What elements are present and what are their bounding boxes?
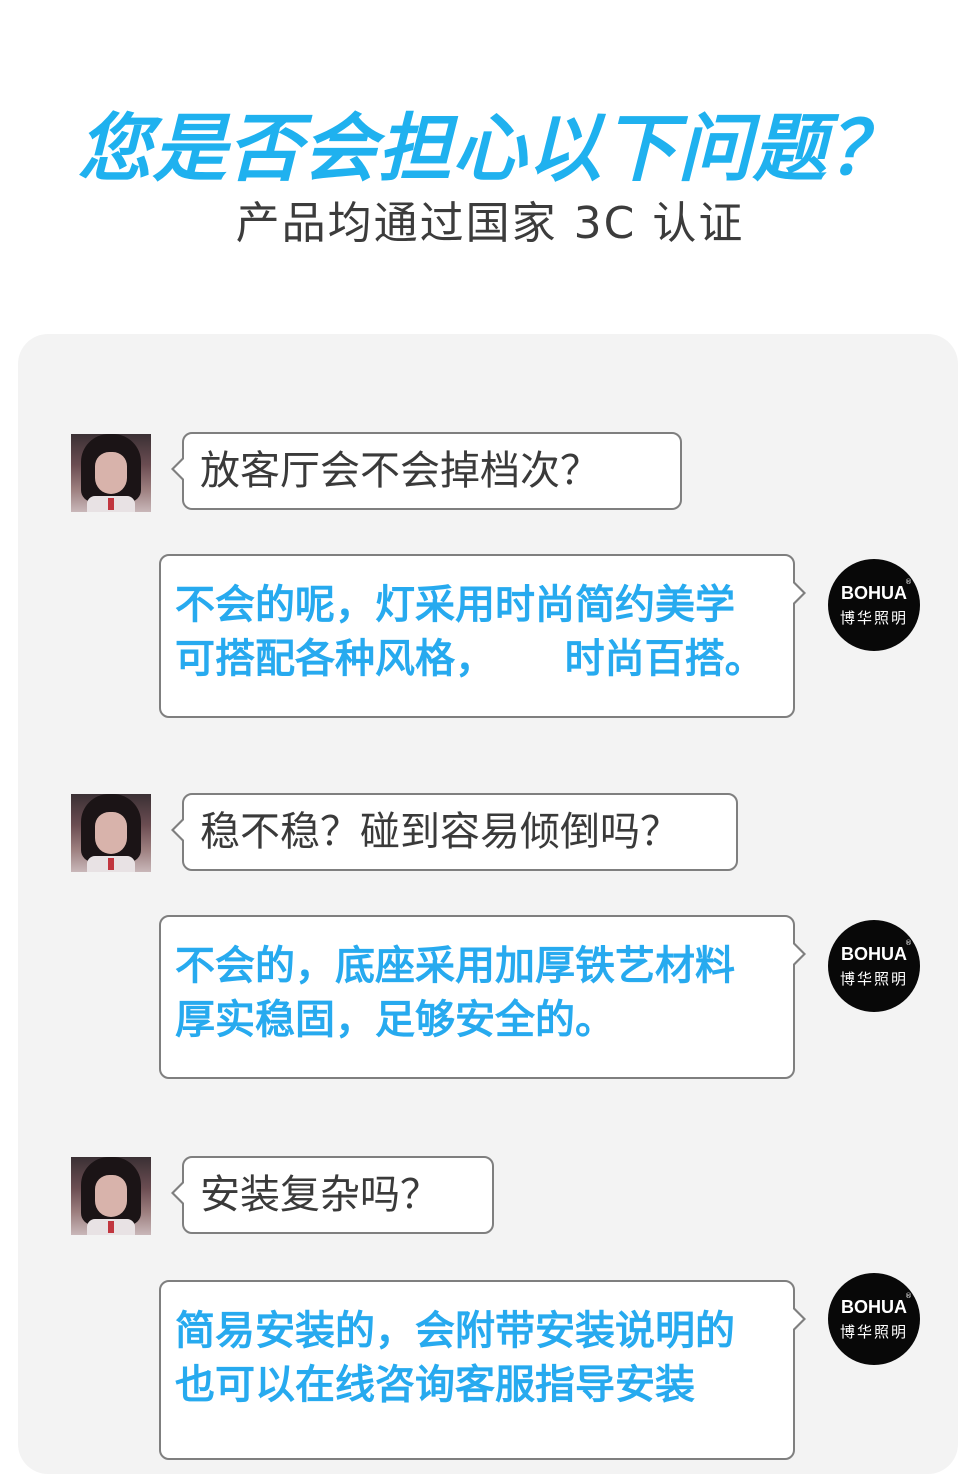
logo-cn: 博华照明: [839, 609, 908, 627]
logo-text: BOHUA: [841, 944, 907, 964]
question-bubble: 安装复杂吗？: [171, 1156, 494, 1234]
logo-mark: ®: [905, 1292, 912, 1300]
answer-line: 也可以在线咨询客服指导安装: [175, 1362, 695, 1408]
answer-line: 可搭配各种风格， 时尚百搭。: [175, 636, 765, 682]
logo-mark: ®: [905, 939, 912, 947]
bubble-tail-icon: [171, 456, 185, 482]
question-text: 稳不稳？碰到容易倾倒吗？: [200, 809, 680, 855]
question-text: 安装复杂吗？: [200, 1172, 440, 1218]
customer-avatar: [71, 1157, 151, 1235]
brand-logo: BOHUA ® 博华照明: [828, 1273, 920, 1365]
question-bubble: 稳不稳？碰到容易倾倒吗？: [171, 793, 738, 871]
logo-cn: 博华照明: [839, 1323, 908, 1341]
brand-logo: BOHUA ® 博华照明: [828, 920, 920, 1012]
answer-bubble: 不会的呢，灯采用时尚简约美学 可搭配各种风格， 时尚百搭。: [159, 554, 806, 718]
logo-text: BOHUA: [841, 583, 907, 603]
answer-bubble: 简易安装的，会附带安装说明的 也可以在线咨询客服指导安装: [159, 1280, 806, 1460]
answer-line: 厚实稳固，足够安全的。: [175, 997, 615, 1043]
bubble-tail-icon: [171, 1180, 185, 1206]
customer-avatar: [71, 434, 151, 512]
logo-text: BOHUA: [841, 1297, 907, 1317]
page-subtitle: 产品均通过国家 3C 认证: [235, 198, 745, 249]
page-title: 您是否会担心以下问题？: [77, 106, 903, 192]
customer-avatar: [71, 794, 151, 872]
answer-line: 简易安装的，会附带安装说明的: [175, 1308, 735, 1354]
answer-bubble: 不会的，底座采用加厚铁艺材料 厚实稳固，足够安全的。: [159, 915, 806, 1079]
brand-logo: BOHUA ® 博华照明: [828, 559, 920, 651]
answer-line: 不会的呢，灯采用时尚简约美学: [175, 582, 735, 628]
question-text: 放客厅会不会掉档次？: [200, 448, 600, 494]
question-bubble: 放客厅会不会掉档次？: [171, 432, 682, 510]
bubble-tail-icon: [792, 1306, 806, 1332]
bubble-tail-icon: [171, 817, 185, 843]
logo-mark: ®: [905, 578, 912, 586]
logo-cn: 博华照明: [839, 970, 908, 988]
bubble-tail-icon: [792, 580, 806, 606]
bubble-tail-icon: [792, 941, 806, 967]
answer-line: 不会的，底座采用加厚铁艺材料: [175, 943, 735, 989]
